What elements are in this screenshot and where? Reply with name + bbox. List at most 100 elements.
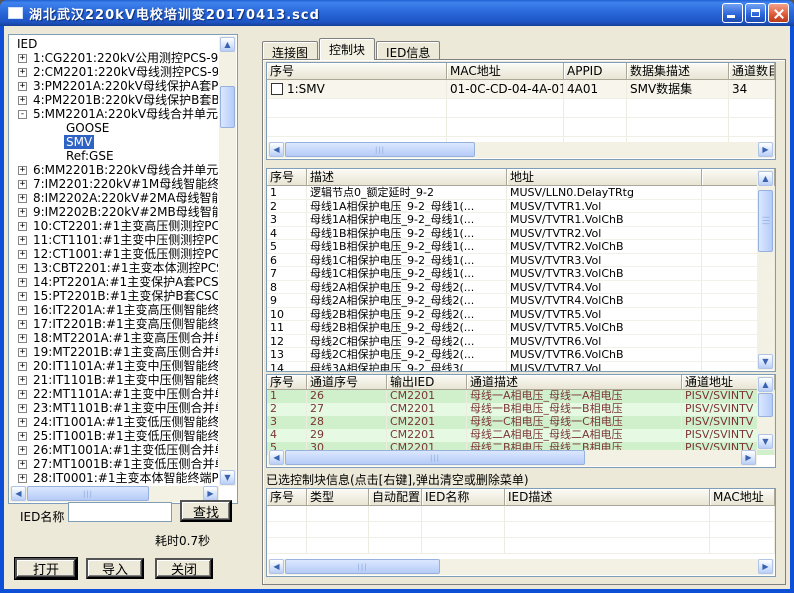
channel-row[interactable]: 8 母线2A相保护电压_9-2_母线2(... MUSV/TVTR4.Vol	[267, 281, 775, 295]
tree-item-label[interactable]: 13:CBT2201:#1主变本体测控PCS-970	[31, 261, 218, 275]
scroll-up-icon[interactable]: ▲	[758, 171, 773, 186]
col-header-output-ied[interactable]: 输出IED	[387, 375, 467, 390]
expand-toggle-icon[interactable]	[18, 362, 27, 371]
tree-item[interactable]: 23:MT1101B:#1主变中压侧合并单元	[11, 401, 218, 415]
scroll-left-icon[interactable]: ◀	[269, 450, 284, 465]
tree-item-label[interactable]: 2:CM2201:220kV母线测控PCS-9705B-	[31, 65, 218, 79]
expand-toggle-icon[interactable]	[18, 376, 27, 385]
expand-toggle-icon[interactable]	[18, 54, 27, 63]
col-header-seq[interactable]: 序号	[267, 375, 307, 390]
title-bar[interactable]: 湖北武汉220kV电校培训变20170413.scd	[0, 0, 794, 26]
tree-item[interactable]: 15:PT2201B:#1主变保护B套CSC-326	[11, 289, 218, 303]
tree-vertical-scrollbar[interactable]: ▲ ▼	[219, 36, 236, 486]
tree-item[interactable]: 3:PM2201A:220kV母线保护A套PCS-9	[11, 79, 218, 93]
hscroll-thumb[interactable]: |||	[285, 559, 440, 574]
tree-item-label[interactable]: 22:MT1101A:#1主变中压侧合并单元	[31, 387, 218, 401]
hscroll-thumb[interactable]: |||	[285, 142, 475, 157]
tree-item-label[interactable]: 8:IM2202A:220kV#2MA母线智能终端	[31, 191, 218, 205]
tree-item[interactable]: 22:MT1101A:#1主变中压侧合并单元	[11, 387, 218, 401]
tree-item-label[interactable]: SMV	[64, 135, 94, 149]
output-row[interactable]: 3 28 CM2201 母线一C相电压_母线一C相电压 PISV/SVINTV	[267, 416, 775, 429]
col-header-ied-name[interactable]: IED名称	[422, 489, 505, 506]
tree-item[interactable]: IED	[11, 37, 218, 51]
tree-item-label[interactable]: GOOSE	[64, 121, 111, 135]
tree-item[interactable]: 14:PT2201A:#1主变保护A套PCS-978	[11, 275, 218, 289]
scroll-down-icon[interactable]: ▼	[758, 434, 773, 449]
tree-item[interactable]: 13:CBT2201:#1主变本体测控PCS-970	[11, 261, 218, 275]
tree-item-label[interactable]: 1:CG2201:220kV公用测控PCS-9705C-	[31, 51, 218, 65]
tree-item-label[interactable]: 20:IT1101A:#1主变中压侧智能终端	[31, 359, 218, 373]
tree-item[interactable]: 21:IT1101B:#1主变中压侧智能终端	[11, 373, 218, 387]
tree-item-label[interactable]: 3:PM2201A:220kV母线保护A套PCS-9	[31, 79, 218, 93]
tree-item-label[interactable]: 5:MM2201A:220kV母线合并单元A套P(	[31, 107, 218, 121]
tree-item-label[interactable]: IED	[15, 37, 39, 51]
tree-item[interactable]: 12:CT1001:#1主变低压侧测控PCS-9	[11, 247, 218, 261]
tree-item-label[interactable]: 15:PT2201B:#1主变保护B套CSC-326	[31, 289, 218, 303]
tree-item-label[interactable]: 27:MT1001B:#1主变低压侧合并单元	[31, 457, 218, 471]
tree-item-label[interactable]: 4:PM2201B:220kV母线保护B套BP-2C	[31, 93, 218, 107]
tree-item[interactable]: 9:IM2202B:220kV#2MB母线智能终端	[11, 205, 218, 219]
tree-item-label[interactable]: 12:CT1001:#1主变低压侧测控PCS-9	[31, 247, 218, 261]
col-header-autoconfig[interactable]: 自动配置	[369, 489, 422, 506]
col-header-type[interactable]: 类型	[307, 489, 369, 506]
tree-item[interactable]: 8:IM2202A:220kV#2MA母线智能终端	[11, 191, 218, 205]
expand-toggle-icon[interactable]	[18, 320, 27, 329]
tree-vscroll-thumb[interactable]	[220, 86, 235, 128]
output-row[interactable]: 4 29 CM2201 母线二A相电压_母线二A相电压 PISV/SVINTV	[267, 429, 775, 442]
expand-toggle-icon[interactable]	[18, 278, 27, 287]
tree-item-label[interactable]: 6:MM2201B:220kV母线合并单元B套P(	[31, 163, 218, 177]
tree-item[interactable]: 5:MM2201A:220kV母线合并单元A套P(	[11, 107, 218, 121]
scroll-right-icon[interactable]: ▶	[758, 559, 773, 574]
minimize-button[interactable]	[722, 3, 743, 23]
scroll-left-icon[interactable]: ◀	[269, 559, 284, 574]
channel-row[interactable]: 12 母线2C相保护电压_9-2_母线2(... MUSV/TVTR6.Vol	[267, 335, 775, 349]
channel-row[interactable]: 11 母线2B相保护电压_9-2_母线2(... MUSV/TVTR5.VolC…	[267, 321, 775, 335]
col-header-seq[interactable]: 序号	[267, 489, 307, 506]
output-row[interactable]: 1 26 CM2201 母线一A相电压_母线一A相电压 PISV/SVINTV	[267, 390, 775, 403]
scroll-down-icon[interactable]: ▼	[220, 470, 235, 485]
scroll-up-icon[interactable]: ▲	[758, 377, 773, 392]
scroll-right-icon[interactable]: ▶	[203, 486, 218, 501]
expand-toggle-icon[interactable]	[18, 348, 27, 357]
expand-toggle-icon[interactable]	[18, 404, 27, 413]
expand-toggle-icon[interactable]	[18, 390, 27, 399]
ied-name-input[interactable]	[68, 502, 172, 522]
tree-item-label[interactable]: 14:PT2201A:#1主变保护A套PCS-978	[31, 275, 218, 289]
channel-row[interactable]: 2 母线1A相保护电压_9-2_母线1(... MUSV/TVTR1.Vol	[267, 200, 775, 214]
tree-item-label[interactable]: 7:IM2201:220kV#1M母线智能终端PC	[31, 177, 218, 191]
control-block-cell[interactable]: 1:SMV	[267, 80, 447, 98]
col-header-appid[interactable]: APPID	[564, 63, 627, 80]
channel-row[interactable]: 1 逻辑节点0_额定延时_9-2 MUSV/LLN0.DelayTRtg	[267, 186, 775, 200]
scroll-left-icon[interactable]: ◀	[269, 142, 284, 157]
tree-item[interactable]: SMV	[11, 135, 218, 149]
expand-toggle-icon[interactable]	[18, 236, 27, 245]
col-header-mac[interactable]: MAC地址	[710, 489, 775, 506]
tree-hscroll-thumb[interactable]: |||	[27, 486, 149, 501]
expand-toggle-icon[interactable]	[18, 292, 27, 301]
tab[interactable]: IED信息	[376, 41, 440, 60]
hscroll-thumb[interactable]: |||	[285, 450, 585, 465]
tree-item[interactable]: 24:IT1001A:#1主变低压侧智能终端	[11, 415, 218, 429]
expand-toggle-icon[interactable]	[18, 166, 27, 175]
output-row[interactable]: 2 27 CM2201 母线一B相电压_母线一B相电压 PISV/SVINTV	[267, 403, 775, 416]
expand-toggle-icon[interactable]	[18, 418, 27, 427]
tree-item[interactable]: Ref:GSE	[11, 149, 218, 163]
expand-toggle-icon[interactable]	[18, 180, 27, 189]
vscroll-thumb[interactable]: |||	[758, 190, 773, 252]
tree-item[interactable]: 20:IT1101A:#1主变中压侧智能终端	[11, 359, 218, 373]
tree-item[interactable]: 7:IM2201:220kV#1M母线智能终端PC	[11, 177, 218, 191]
tree-item[interactable]: 27:MT1001B:#1主变低压侧合并单元	[11, 457, 218, 471]
channel-row[interactable]: 6 母线1C相保护电压_9-2_母线1(... MUSV/TVTR3.Vol	[267, 254, 775, 268]
tree-item[interactable]: GOOSE	[11, 121, 218, 135]
channel-table-vscrollbar[interactable]: ▲ ||| ▼	[757, 170, 774, 370]
selected-table-hscrollbar[interactable]: ◀ ||| ▶	[268, 559, 774, 575]
scroll-up-icon[interactable]: ▲	[220, 37, 235, 52]
tree-item[interactable]: 1:CG2201:220kV公用测控PCS-9705C-	[11, 51, 218, 65]
output-table-hscrollbar[interactable]: ◀ ||| ▶	[268, 450, 757, 466]
expand-toggle-icon[interactable]	[18, 194, 27, 203]
expand-toggle-icon[interactable]	[18, 68, 27, 77]
col-header-channel-seq[interactable]: 通道序号	[307, 375, 387, 390]
expand-toggle-icon[interactable]	[18, 110, 27, 119]
expand-toggle-icon[interactable]	[18, 446, 27, 455]
tab[interactable]: 控制块	[319, 38, 375, 60]
